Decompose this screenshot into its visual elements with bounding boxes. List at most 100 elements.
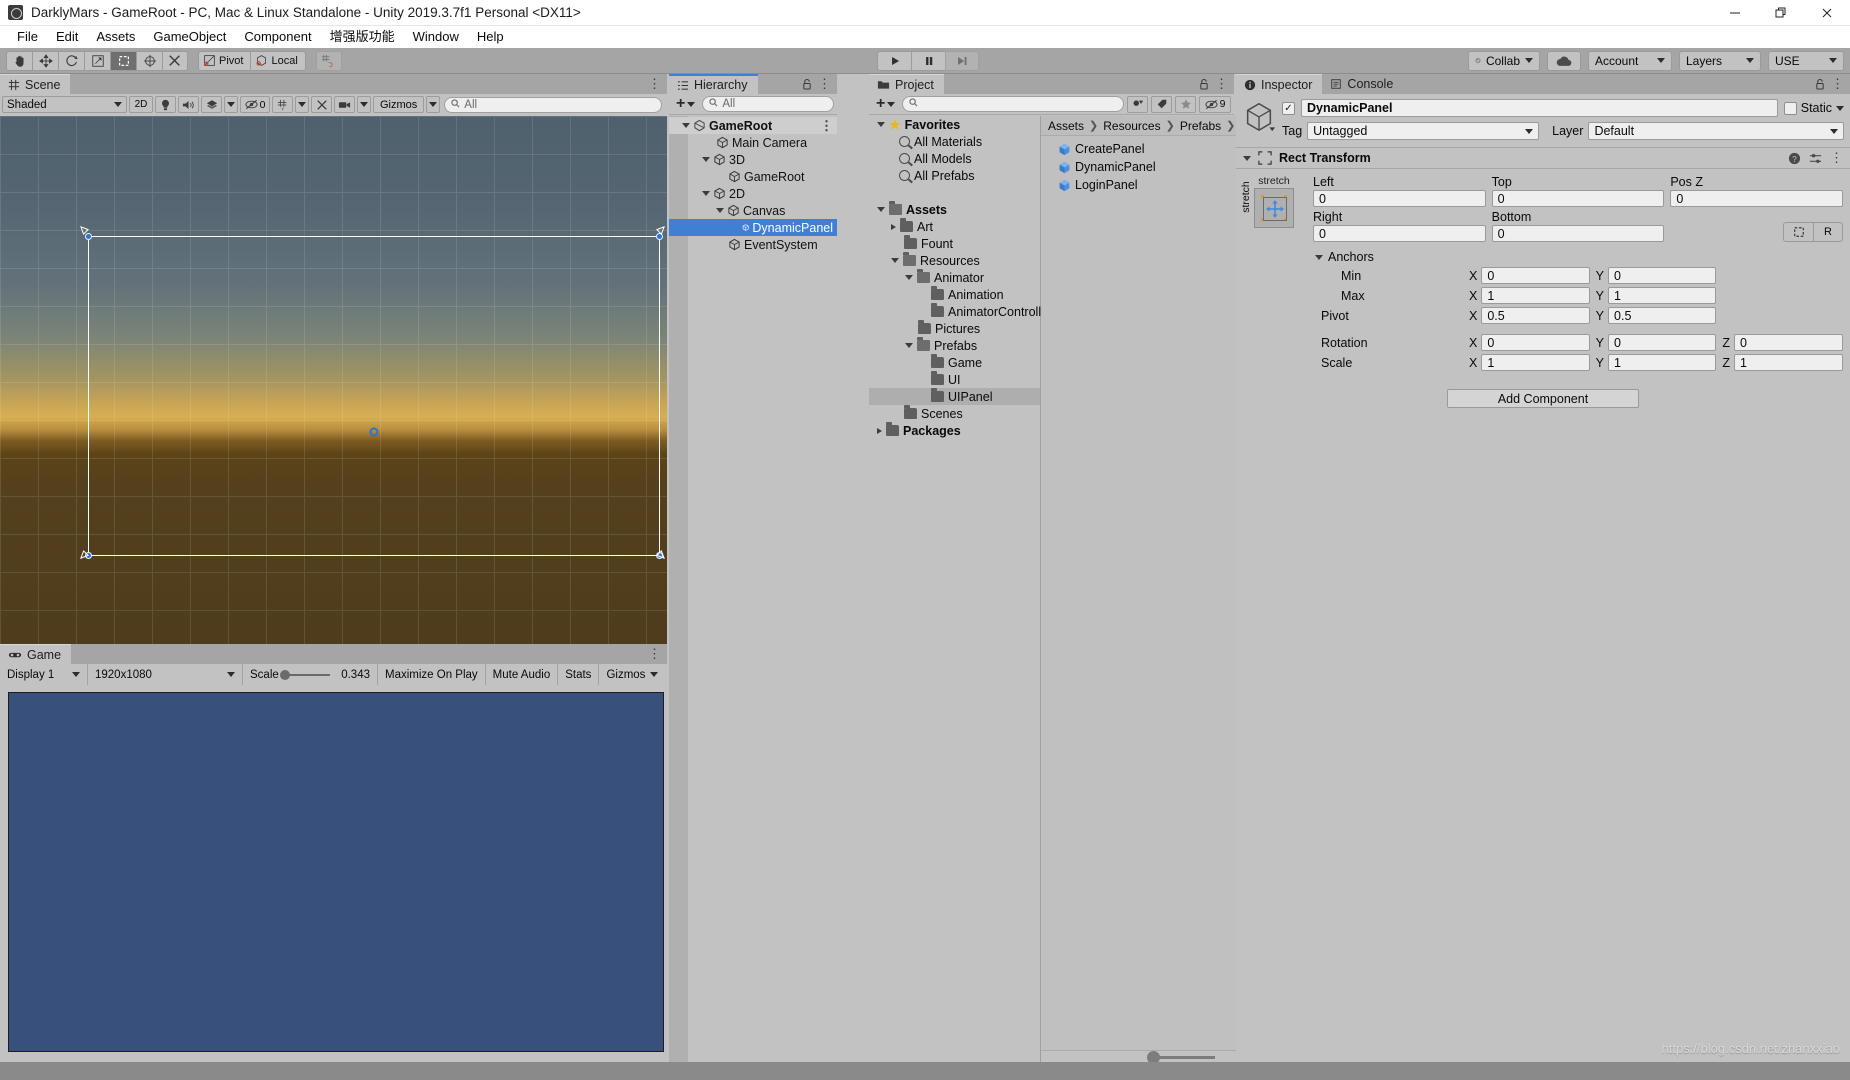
asset-zoom-track[interactable]	[1147, 1051, 1215, 1064]
chevron-down-icon[interactable]	[1243, 155, 1251, 161]
hierarchy-item-3d[interactable]: 3D	[669, 151, 837, 168]
camera-icon[interactable]	[334, 96, 355, 113]
create-gameobject-button[interactable]: +	[672, 96, 699, 112]
preset-icon[interactable]	[1809, 152, 1822, 165]
chevron-down-icon[interactable]	[1315, 254, 1323, 260]
menu-gameobject[interactable]: GameObject	[144, 27, 235, 47]
game-gizmos-button[interactable]: Gizmos	[599, 664, 665, 685]
custom-editor-tool[interactable]	[162, 50, 188, 71]
gizmo-pivot-dot[interactable]	[369, 427, 379, 437]
chevron-down-icon[interactable]	[891, 258, 899, 263]
scale-slider-track[interactable]	[279, 669, 330, 680]
chevron-down-icon[interactable]	[702, 191, 710, 196]
project-item-assets[interactable]: Assets	[869, 201, 1040, 218]
menu-help[interactable]: Help	[468, 27, 513, 47]
project-menu-kebab-icon[interactable]: ⋮	[1215, 77, 1228, 90]
step-button[interactable]	[945, 50, 980, 71]
chevron-down-icon[interactable]	[877, 207, 885, 212]
hierarchy-item-gameroot-scene[interactable]: GameRoot ⋮	[669, 117, 837, 134]
project-item-prefabs[interactable]: Prefabs	[869, 337, 1040, 354]
breadcrumb-assets[interactable]: Assets	[1048, 119, 1084, 133]
max-y-input[interactable]: 1	[1608, 287, 1717, 304]
static-toggle[interactable]: Static	[1783, 101, 1844, 115]
chevron-down-icon[interactable]	[716, 208, 724, 213]
menu-edit[interactable]: Edit	[47, 27, 87, 47]
static-checkbox[interactable]	[1783, 101, 1797, 115]
menu-enhanced[interactable]: 增强版功能	[321, 27, 404, 47]
tab-inspector[interactable]: Inspector	[1236, 74, 1323, 94]
blueprint-mode-button[interactable]	[1783, 222, 1814, 242]
create-asset-button[interactable]: +	[872, 96, 899, 112]
tools-icon[interactable]	[311, 96, 332, 113]
lock-icon[interactable]	[1199, 78, 1209, 90]
asset-item-createpanel[interactable]: CreatePanel	[1041, 140, 1242, 158]
hierarchy-search-input[interactable]: All	[702, 96, 834, 112]
anchor-preset-widget[interactable]: stretch stretch	[1240, 175, 1305, 371]
scene-context-kebab-icon[interactable]: ⋮	[820, 119, 833, 132]
menu-window[interactable]: Window	[404, 27, 468, 47]
chevron-right-icon[interactable]	[877, 427, 882, 434]
local-toggle[interactable]: Local	[250, 50, 306, 71]
chevron-down-icon[interactable]	[682, 123, 690, 128]
hierarchy-item-eventsystem[interactable]: EventSystem	[669, 236, 837, 253]
hierarchy-menu-kebab-icon[interactable]: ⋮	[818, 77, 831, 90]
hidden-objects-icon[interactable]: 0	[240, 96, 270, 113]
rotation-z-input[interactable]: 0	[1733, 334, 1844, 351]
account-dropdown[interactable]: Account	[1588, 50, 1672, 71]
chevron-down-icon[interactable]	[877, 122, 885, 127]
collab-button[interactable]: Collab	[1468, 50, 1540, 71]
maximize-button[interactable]	[1758, 0, 1804, 26]
hierarchy-item-2d[interactable]: 2D	[669, 185, 837, 202]
menu-component[interactable]: Component	[235, 27, 320, 47]
object-enabled-checkbox[interactable]: ✓	[1282, 101, 1295, 115]
hierarchy-item-dynamicpanel[interactable]: DynamicPanel	[669, 219, 837, 236]
breadcrumb-resources[interactable]: Resources	[1103, 119, 1160, 133]
chevron-down-icon[interactable]	[905, 275, 913, 280]
project-item-uipanel[interactable]: UIPanel	[869, 388, 1040, 405]
min-y-input[interactable]: 0	[1608, 267, 1717, 284]
tab-hierarchy[interactable]: Hierarchy	[669, 74, 758, 94]
rotate-tool[interactable]	[58, 50, 84, 71]
scene-search-input[interactable]: All	[444, 96, 662, 113]
layer-dropdown[interactable]: Default	[1588, 122, 1844, 140]
speaker-icon[interactable]	[178, 96, 199, 113]
hidden-assets-icon[interactable]: 9	[1199, 95, 1231, 113]
tab-game[interactable]: Game	[0, 644, 72, 664]
pause-button[interactable]	[911, 50, 946, 71]
minimize-button[interactable]	[1712, 0, 1758, 26]
cloud-button[interactable]	[1547, 50, 1581, 71]
hierarchy-item-main-camera[interactable]: Main Camera	[669, 134, 837, 151]
game-menu-kebab-icon[interactable]: ⋮	[648, 647, 661, 660]
scale-y-input[interactable]: 1	[1608, 354, 1717, 371]
chevron-down-icon[interactable]	[905, 343, 913, 348]
anchors-foldout[interactable]: Anchors	[1313, 250, 1843, 264]
scale-slider[interactable]: Scale 0.343	[243, 664, 378, 685]
scale-z-input[interactable]: 1	[1733, 354, 1844, 371]
lock-icon[interactable]	[802, 78, 812, 90]
hand-tool[interactable]	[6, 50, 32, 71]
project-item-art[interactable]: Art	[869, 218, 1040, 235]
inspector-menu-kebab-icon[interactable]: ⋮	[1831, 77, 1844, 90]
tab-scene[interactable]: Scene	[0, 74, 71, 94]
scene-viewport[interactable]	[0, 116, 667, 644]
project-item-animator[interactable]: Animator	[869, 269, 1040, 286]
maximize-on-play-toggle[interactable]: Maximize On Play	[378, 664, 486, 685]
game-viewport[interactable]	[8, 692, 664, 1052]
add-component-button[interactable]: Add Component	[1447, 389, 1639, 408]
min-x-input[interactable]: 0	[1481, 267, 1590, 284]
lock-icon[interactable]	[1815, 78, 1825, 90]
bottom-input[interactable]: 0	[1491, 225, 1665, 242]
rect-transform-header[interactable]: Rect Transform ? ⋮	[1236, 147, 1850, 169]
display-dropdown[interactable]: Display 1	[0, 664, 88, 685]
project-item-pictures[interactable]: Pictures	[869, 320, 1040, 337]
scale-x-input[interactable]: 1	[1481, 354, 1590, 371]
gizmos-button[interactable]: Gizmos	[373, 96, 425, 113]
rotation-y-input[interactable]: 0	[1608, 334, 1717, 351]
project-item-packages[interactable]: Packages	[869, 422, 1040, 439]
project-item-animatorcontroll[interactable]: AnimatorControll	[869, 303, 1041, 320]
project-search-input[interactable]	[902, 96, 1124, 112]
project-item-game[interactable]: Game	[869, 354, 1040, 371]
right-input[interactable]: 0	[1313, 225, 1486, 242]
grid-dropdown-arrow[interactable]	[295, 96, 309, 113]
rect-transform-gizmo[interactable]	[85, 233, 663, 559]
